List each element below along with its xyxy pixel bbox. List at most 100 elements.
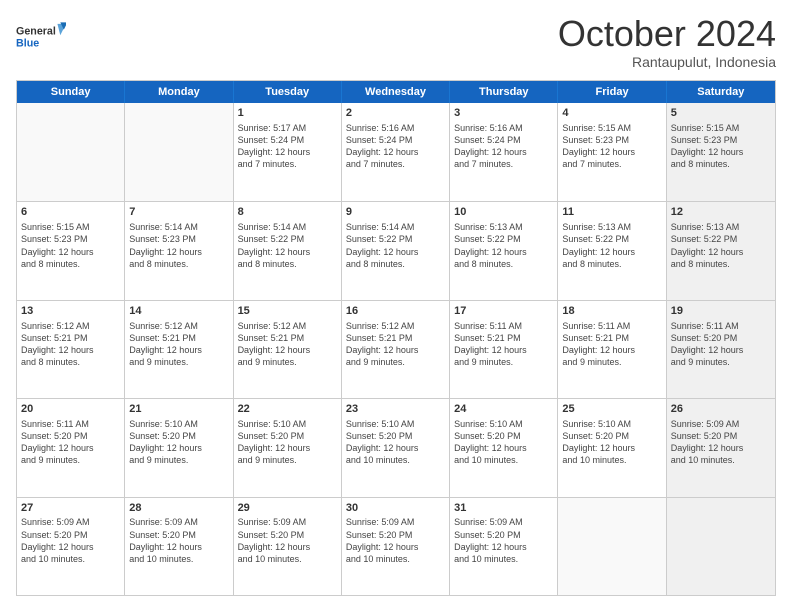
sunrise-text: Sunrise: 5:09 AM <box>346 516 445 528</box>
daylight-text: Daylight: 12 hours <box>346 344 445 356</box>
sunset-text: Sunset: 5:21 PM <box>21 332 120 344</box>
day-number: 23 <box>346 402 445 417</box>
sunrise-text: Sunrise: 5:11 AM <box>671 320 771 332</box>
daylight-text: Daylight: 12 hours <box>562 146 661 158</box>
day-cell-1: 1 Sunrise: 5:17 AM Sunset: 5:24 PM Dayli… <box>234 103 342 201</box>
day-number: 16 <box>346 304 445 319</box>
sunset-text: Sunset: 5:20 PM <box>129 430 228 442</box>
daylight-text2: and 9 minutes. <box>562 356 661 368</box>
sunset-text: Sunset: 5:23 PM <box>21 233 120 245</box>
sunset-text: Sunset: 5:22 PM <box>454 233 553 245</box>
title-block: October 2024 Rantaupulut, Indonesia <box>558 16 776 70</box>
daylight-text: Daylight: 12 hours <box>238 344 337 356</box>
day-number: 15 <box>238 304 337 319</box>
day-cell-4: 4 Sunrise: 5:15 AM Sunset: 5:23 PM Dayli… <box>558 103 666 201</box>
daylight-text: Daylight: 12 hours <box>21 246 120 258</box>
daylight-text: Daylight: 12 hours <box>671 344 771 356</box>
day-cell-24: 24 Sunrise: 5:10 AM Sunset: 5:20 PM Dayl… <box>450 399 558 496</box>
daylight-text2: and 8 minutes. <box>129 258 228 270</box>
daylight-text: Daylight: 12 hours <box>129 344 228 356</box>
sunrise-text: Sunrise: 5:11 AM <box>454 320 553 332</box>
daylight-text: Daylight: 12 hours <box>21 344 120 356</box>
daylight-text: Daylight: 12 hours <box>129 246 228 258</box>
empty-cell-4-5 <box>558 498 666 595</box>
sunrise-text: Sunrise: 5:14 AM <box>129 221 228 233</box>
logo-svg: General Blue <box>16 16 66 56</box>
day-number: 17 <box>454 304 553 319</box>
day-cell-15: 15 Sunrise: 5:12 AM Sunset: 5:21 PM Dayl… <box>234 301 342 398</box>
day-number: 19 <box>671 304 771 319</box>
sunset-text: Sunset: 5:20 PM <box>238 430 337 442</box>
daylight-text: Daylight: 12 hours <box>562 442 661 454</box>
daylight-text: Daylight: 12 hours <box>671 442 771 454</box>
daylight-text2: and 10 minutes. <box>346 553 445 565</box>
empty-cell-0-0 <box>17 103 125 201</box>
daylight-text2: and 7 minutes. <box>238 158 337 170</box>
weekday-header-wednesday: Wednesday <box>342 81 450 103</box>
daylight-text2: and 9 minutes. <box>671 356 771 368</box>
daylight-text: Daylight: 12 hours <box>454 344 553 356</box>
sunrise-text: Sunrise: 5:13 AM <box>454 221 553 233</box>
sunrise-text: Sunrise: 5:10 AM <box>562 418 661 430</box>
sunset-text: Sunset: 5:21 PM <box>129 332 228 344</box>
daylight-text: Daylight: 12 hours <box>238 541 337 553</box>
sunrise-text: Sunrise: 5:15 AM <box>671 122 771 134</box>
sunset-text: Sunset: 5:23 PM <box>129 233 228 245</box>
day-cell-3: 3 Sunrise: 5:16 AM Sunset: 5:24 PM Dayli… <box>450 103 558 201</box>
sunrise-text: Sunrise: 5:09 AM <box>454 516 553 528</box>
weekday-header-saturday: Saturday <box>667 81 775 103</box>
day-number: 10 <box>454 205 553 220</box>
sunrise-text: Sunrise: 5:10 AM <box>346 418 445 430</box>
sunrise-text: Sunrise: 5:09 AM <box>129 516 228 528</box>
sunset-text: Sunset: 5:22 PM <box>346 233 445 245</box>
sunset-text: Sunset: 5:20 PM <box>562 430 661 442</box>
daylight-text: Daylight: 12 hours <box>129 541 228 553</box>
daylight-text2: and 7 minutes. <box>454 158 553 170</box>
daylight-text2: and 10 minutes. <box>21 553 120 565</box>
sunrise-text: Sunrise: 5:16 AM <box>346 122 445 134</box>
day-cell-29: 29 Sunrise: 5:09 AM Sunset: 5:20 PM Dayl… <box>234 498 342 595</box>
daylight-text2: and 8 minutes. <box>346 258 445 270</box>
sunset-text: Sunset: 5:20 PM <box>346 529 445 541</box>
daylight-text: Daylight: 12 hours <box>238 442 337 454</box>
sunrise-text: Sunrise: 5:12 AM <box>21 320 120 332</box>
day-number: 7 <box>129 205 228 220</box>
calendar-row-4: 20 Sunrise: 5:11 AM Sunset: 5:20 PM Dayl… <box>17 398 775 496</box>
day-number: 6 <box>21 205 120 220</box>
day-number: 25 <box>562 402 661 417</box>
daylight-text: Daylight: 12 hours <box>238 246 337 258</box>
sunset-text: Sunset: 5:20 PM <box>454 529 553 541</box>
daylight-text: Daylight: 12 hours <box>129 442 228 454</box>
day-number: 8 <box>238 205 337 220</box>
sunrise-text: Sunrise: 5:15 AM <box>562 122 661 134</box>
sunrise-text: Sunrise: 5:11 AM <box>562 320 661 332</box>
day-number: 3 <box>454 106 553 121</box>
day-number: 20 <box>21 402 120 417</box>
sunset-text: Sunset: 5:24 PM <box>346 134 445 146</box>
daylight-text: Daylight: 12 hours <box>21 442 120 454</box>
sunset-text: Sunset: 5:20 PM <box>454 430 553 442</box>
sunset-text: Sunset: 5:22 PM <box>671 233 771 245</box>
day-number: 5 <box>671 106 771 121</box>
sunrise-text: Sunrise: 5:10 AM <box>454 418 553 430</box>
calendar-row-3: 13 Sunrise: 5:12 AM Sunset: 5:21 PM Dayl… <box>17 300 775 398</box>
page: General Blue October 2024 Rantaupulut, I… <box>0 0 792 612</box>
daylight-text2: and 8 minutes. <box>21 258 120 270</box>
day-cell-13: 13 Sunrise: 5:12 AM Sunset: 5:21 PM Dayl… <box>17 301 125 398</box>
daylight-text: Daylight: 12 hours <box>346 246 445 258</box>
day-cell-2: 2 Sunrise: 5:16 AM Sunset: 5:24 PM Dayli… <box>342 103 450 201</box>
svg-text:Blue: Blue <box>16 38 39 50</box>
daylight-text2: and 10 minutes. <box>562 454 661 466</box>
calendar-row-1: 1 Sunrise: 5:17 AM Sunset: 5:24 PM Dayli… <box>17 103 775 201</box>
sunrise-text: Sunrise: 5:10 AM <box>238 418 337 430</box>
weekday-header-sunday: Sunday <box>17 81 125 103</box>
day-number: 26 <box>671 402 771 417</box>
day-cell-28: 28 Sunrise: 5:09 AM Sunset: 5:20 PM Dayl… <box>125 498 233 595</box>
sunset-text: Sunset: 5:20 PM <box>21 529 120 541</box>
sunrise-text: Sunrise: 5:12 AM <box>129 320 228 332</box>
sunset-text: Sunset: 5:21 PM <box>454 332 553 344</box>
weekday-header-monday: Monday <box>125 81 233 103</box>
daylight-text2: and 9 minutes. <box>346 356 445 368</box>
day-number: 21 <box>129 402 228 417</box>
day-number: 11 <box>562 205 661 220</box>
